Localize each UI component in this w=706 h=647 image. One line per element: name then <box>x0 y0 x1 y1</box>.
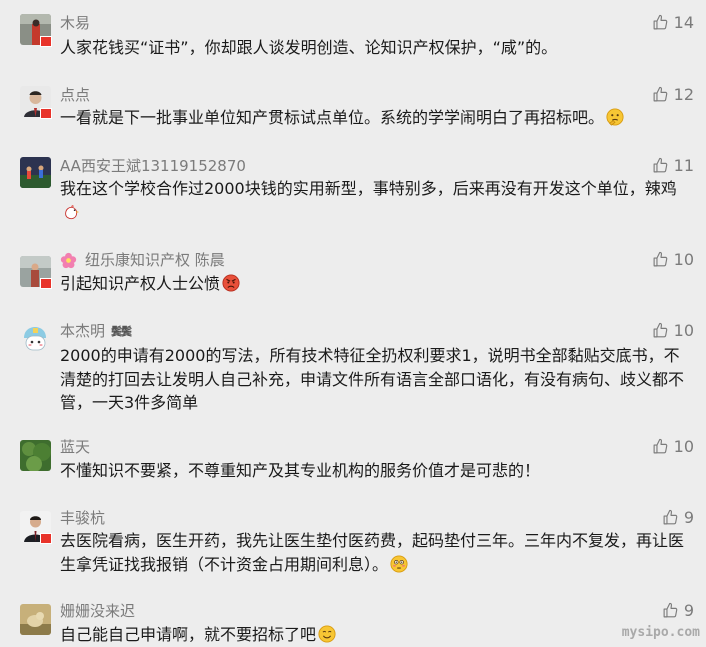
like-button[interactable]: 9 <box>662 601 694 620</box>
comment-text: 引起知识产权人士公愤 <box>60 272 690 296</box>
thumbs-up-icon <box>653 251 667 267</box>
avatar[interactable] <box>20 604 51 635</box>
angry-face-icon <box>222 274 240 292</box>
nickname[interactable]: 本杰明 鬓鬓 <box>60 322 132 340</box>
flag-badge-icon <box>40 36 52 47</box>
nickname[interactable]: AA西安王斌13119152870 <box>60 157 246 175</box>
comment-text: 去医院看病，医生开药，我先让医生垫付医药费，起码垫付三年。三年内不复发，再让医生… <box>60 531 685 574</box>
like-button[interactable]: 10 <box>652 250 694 269</box>
like-button[interactable]: 11 <box>652 156 694 175</box>
flushed-face-icon <box>390 554 408 573</box>
like-button[interactable]: 14 <box>652 13 694 32</box>
like-button[interactable]: 9 <box>662 508 694 527</box>
like-count: 9 <box>683 601 694 620</box>
avatar[interactable] <box>20 324 51 355</box>
flag-badge-icon <box>40 108 52 119</box>
like-count: 10 <box>673 321 694 340</box>
chicken-icon <box>65 204 80 219</box>
nickname[interactable]: 蓝天 <box>60 438 90 456</box>
nickname[interactable]: 点点 <box>60 86 90 104</box>
thumbs-up-icon <box>653 438 667 454</box>
nickname[interactable]: 纽乐康知识产权 陈晨 <box>60 251 225 269</box>
flag-badge-icon <box>40 533 52 544</box>
comment-text: 不懂知识不要紧，不尊重知产及其专业机构的服务价值才是可悲的！ <box>60 461 541 480</box>
comment-text: 2000的申请有2000的写法，所有技术特征全扔权利要求1，说明书全部黏贴交底书… <box>60 346 685 412</box>
like-count: 11 <box>673 156 694 175</box>
like-count: 9 <box>683 508 694 527</box>
like-button[interactable]: 10 <box>652 437 694 456</box>
thinking-face-icon <box>606 108 624 126</box>
like-count: 10 <box>673 437 694 456</box>
comment-text: 自己能自己申请啊，就不要招标了吧 <box>60 623 690 647</box>
comment-text: 一看就是下一批事业单位知产贯标试点单位。系统的学学闹明白了再招标吧。 <box>60 106 690 130</box>
nickname[interactable]: 姗姗没来迟 <box>60 602 135 620</box>
avatar[interactable] <box>20 440 51 471</box>
thumbs-up-icon <box>663 509 678 525</box>
like-button[interactable]: 12 <box>652 85 694 104</box>
flag-badge-icon <box>40 278 52 289</box>
nickname[interactable]: 丰骏杭 <box>60 509 105 527</box>
flower-badge-icon <box>60 252 77 268</box>
thumbs-up-icon <box>653 157 667 173</box>
like-count: 12 <box>673 85 694 104</box>
comment-text: 人家花钱买“证书”，你却跟人谈发明创造、论知识产权保护，“咸”的。 <box>60 38 558 57</box>
thumbs-up-icon <box>653 322 667 338</box>
like-count: 10 <box>673 250 694 269</box>
watermark: mysipo.com <box>621 625 700 640</box>
like-count: 14 <box>673 13 694 32</box>
thumbs-up-icon <box>653 14 667 30</box>
thumbs-up-icon <box>663 602 678 618</box>
nickname[interactable]: 木易 <box>60 14 90 32</box>
like-button[interactable]: 10 <box>652 321 694 340</box>
smiling-face-icon <box>318 625 336 643</box>
comment-text: 我在这个学校合作过2000块钱的实用新型，事特别多，后来再没有开发这个单位，辣鸡 <box>60 177 690 224</box>
user-medal: 鬓鬓 <box>111 324 132 338</box>
thumbs-up-icon <box>653 86 667 102</box>
avatar[interactable] <box>20 157 51 188</box>
